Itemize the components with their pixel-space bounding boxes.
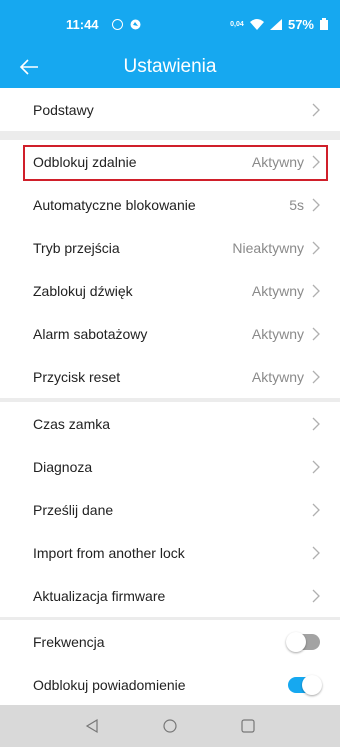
setting-value: Nieaktywny bbox=[232, 239, 304, 256]
setting-label: Alarm sabotażowy bbox=[33, 325, 148, 342]
recents-square-icon[interactable] bbox=[240, 718, 256, 734]
attendance-toggle[interactable] bbox=[286, 631, 320, 652]
chevron-right-icon bbox=[312, 327, 320, 340]
alarm-icon bbox=[112, 18, 123, 30]
setting-row-lock-sound[interactable]: Zablokuj dźwięk Aktywny bbox=[0, 269, 340, 312]
system-nav-bar bbox=[0, 705, 340, 747]
page-title: Ustawienia bbox=[123, 56, 217, 77]
setting-row-diagnosis[interactable]: Diagnoza bbox=[0, 445, 340, 488]
setting-row-passage-mode[interactable]: Tryb przejścia Nieaktywny bbox=[0, 226, 340, 269]
back-triangle-icon[interactable] bbox=[84, 718, 100, 734]
setting-label: Podstawy bbox=[33, 101, 94, 118]
app-header: 11:44 0,04 57% Ustawienia bbox=[0, 0, 340, 88]
setting-row-podstawy[interactable]: Podstawy bbox=[0, 88, 340, 131]
setting-row-reset-button[interactable]: Przycisk reset Aktywny bbox=[0, 355, 340, 398]
setting-label: Odblokuj powiadomienie bbox=[33, 676, 186, 693]
home-circle-icon[interactable] bbox=[162, 718, 178, 734]
setting-label: Odblokuj zdalnie bbox=[33, 153, 137, 170]
net-speed: 0,04 bbox=[230, 20, 244, 28]
setting-label: Import from another lock bbox=[33, 544, 185, 561]
chevron-right-icon bbox=[312, 370, 320, 383]
battery-percent: 57% bbox=[287, 16, 314, 32]
setting-row-remote-unlock[interactable]: Odblokuj zdalnie Aktywny bbox=[0, 140, 340, 183]
wifi-icon bbox=[249, 18, 264, 30]
setting-value: Aktywny bbox=[251, 325, 304, 342]
setting-row-lock-time[interactable]: Czas zamka bbox=[0, 402, 340, 445]
setting-label: Aktualizacja firmware bbox=[33, 587, 166, 604]
toggle-knob bbox=[302, 674, 322, 695]
settings-group-basic: Podstawy bbox=[0, 88, 340, 131]
chevron-right-icon bbox=[312, 103, 320, 116]
chevron-right-icon bbox=[312, 417, 320, 430]
setting-row-import-lock[interactable]: Import from another lock bbox=[0, 531, 340, 574]
status-bar: 11:44 0,04 57% bbox=[0, 12, 340, 36]
toolbar: Ustawienia bbox=[0, 50, 340, 84]
settings-group-lock: Odblokuj zdalnie Aktywny Automatyczne bl… bbox=[0, 140, 340, 398]
setting-label: Zablokuj dźwięk bbox=[33, 282, 133, 299]
setting-label: Przycisk reset bbox=[33, 368, 121, 385]
setting-value: Aktywny bbox=[251, 282, 304, 299]
chevron-right-icon bbox=[312, 284, 320, 297]
settings-group-tools: Czas zamka Diagnoza Prześlij dane Import… bbox=[0, 402, 340, 617]
setting-row-upload-data[interactable]: Prześlij dane bbox=[0, 488, 340, 531]
chevron-right-icon bbox=[312, 155, 320, 168]
setting-row-tamper-alarm[interactable]: Alarm sabotażowy Aktywny bbox=[0, 312, 340, 355]
status-time: 11:44 bbox=[66, 16, 99, 32]
chevron-right-icon bbox=[312, 589, 320, 602]
signal-icon bbox=[269, 18, 282, 30]
setting-label: Frekwencja bbox=[33, 633, 105, 650]
chevron-right-icon bbox=[312, 198, 320, 211]
setting-label: Prześlij dane bbox=[33, 501, 114, 518]
status-right: 0,04 57% bbox=[230, 17, 328, 32]
setting-value: Aktywny bbox=[251, 153, 304, 170]
chevron-right-icon bbox=[312, 241, 320, 254]
setting-row-unlock-notification: Odblokuj powiadomienie bbox=[0, 663, 340, 706]
chevron-right-icon bbox=[312, 460, 320, 473]
notification-app-icon bbox=[130, 19, 141, 29]
setting-label: Tryb przejścia bbox=[33, 239, 120, 256]
setting-row-firmware-update[interactable]: Aktualizacja firmware bbox=[0, 574, 340, 617]
setting-row-attendance: Frekwencja bbox=[0, 620, 340, 663]
setting-label: Automatyczne blokowanie bbox=[33, 196, 196, 213]
toggle-knob bbox=[286, 631, 306, 652]
status-icons bbox=[112, 18, 141, 30]
battery-icon bbox=[320, 18, 328, 30]
setting-value: Aktywny bbox=[251, 368, 304, 385]
settings-group-toggles: Frekwencja Odblokuj powiadomienie bbox=[0, 620, 340, 706]
chevron-right-icon bbox=[312, 503, 320, 516]
setting-row-auto-lock[interactable]: Automatyczne blokowanie 5s bbox=[0, 183, 340, 226]
chevron-right-icon bbox=[312, 546, 320, 559]
setting-value: 5s bbox=[289, 196, 304, 213]
setting-label: Czas zamka bbox=[33, 415, 111, 432]
setting-label: Diagnoza bbox=[33, 458, 93, 475]
unlock-notification-toggle[interactable] bbox=[288, 674, 322, 695]
